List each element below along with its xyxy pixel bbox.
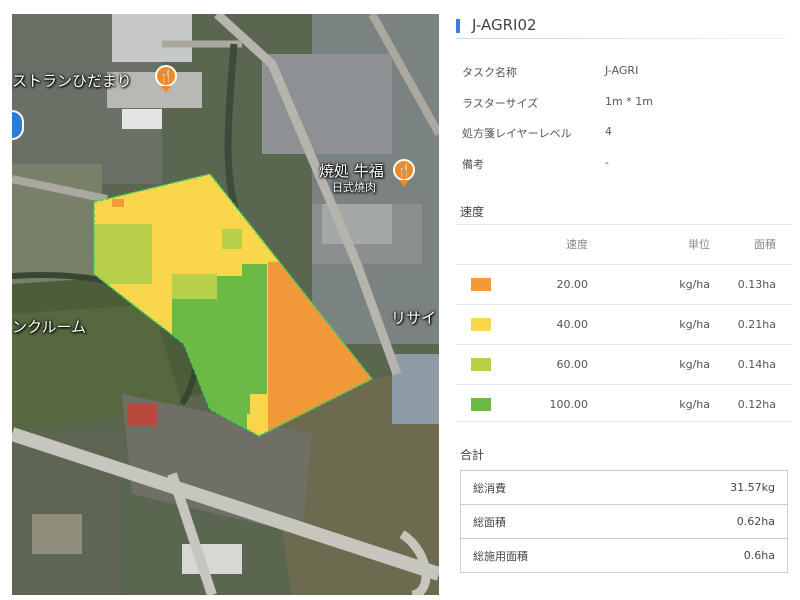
table-row: 20.00 kg/ha 0.13ha xyxy=(456,264,792,305)
rate-unit: kg/ha xyxy=(588,264,710,305)
total-value: 0.62ha xyxy=(635,504,788,539)
total-label: 総面積 xyxy=(460,504,636,539)
totals-section-heading: 合計 xyxy=(460,448,485,462)
rate-area: 0.12ha xyxy=(710,384,776,424)
info-value: 1m * 1m xyxy=(605,95,653,108)
rate-unit: kg/ha xyxy=(588,304,710,345)
rate-value: 60.00 xyxy=(506,344,588,385)
rate-color-swatch xyxy=(471,398,491,412)
rate-color-swatch xyxy=(471,358,491,372)
column-header-unit: 単位 xyxy=(688,238,710,251)
table-row: 総施用面積 0.6ha xyxy=(460,538,788,573)
table-row: 総消費 31.57kg xyxy=(461,471,788,505)
detail-panel: J-AGRI02 タスク名称 J-AGRI ラスターサイズ 1m * 1m 処方… xyxy=(456,0,792,600)
map-label-restaurant: ストランひだまり xyxy=(12,72,132,90)
table-row: 40.00 kg/ha 0.21ha xyxy=(456,304,792,345)
map-label-yakiniku: 焼処 牛福 xyxy=(319,162,384,180)
info-value: - xyxy=(605,156,609,169)
column-header-area: 面積 xyxy=(754,238,776,251)
info-value: 4 xyxy=(605,125,612,138)
table-row: 100.00 kg/ha 0.12ha xyxy=(456,384,792,424)
info-label: 備考 xyxy=(462,158,484,171)
rate-value: 100.00 xyxy=(506,384,588,424)
fork-knife-icon[interactable]: 🍴 xyxy=(155,65,177,87)
total-label: 総消費 xyxy=(473,481,506,495)
rate-table: 速度 単位 面積 20.00 kg/ha 0.13ha 40.00 kg/ha … xyxy=(456,224,792,424)
rate-value: 20.00 xyxy=(506,264,588,305)
totals-table: 総消費 31.57kg 総面積 0.62ha 総施用面積 0.6ha xyxy=(460,470,788,573)
rate-unit: kg/ha xyxy=(588,384,710,424)
info-label: タスク名称 xyxy=(462,66,517,79)
column-header-rate: 速度 xyxy=(566,238,588,251)
rate-unit: kg/ha xyxy=(588,344,710,385)
panel-title: J-AGRI02 xyxy=(472,16,537,34)
total-value: 0.6ha xyxy=(635,538,788,573)
rate-area: 0.13ha xyxy=(710,264,776,305)
rate-area: 0.21ha xyxy=(710,304,776,345)
rate-area: 0.14ha xyxy=(710,344,776,385)
info-value: J-AGRI xyxy=(605,64,639,77)
rate-table-header: 速度 単位 面積 xyxy=(456,224,792,265)
map-label-yakiniku-sub: 日式燒肉 xyxy=(332,181,376,194)
rate-color-swatch xyxy=(471,278,491,292)
fork-knife-icon[interactable]: 🍴 xyxy=(393,159,415,181)
total-value: 31.57kg xyxy=(730,481,775,494)
map-label-recycle: リサイ xyxy=(391,309,437,327)
rate-section-heading: 速度 xyxy=(460,205,485,219)
satellite-map[interactable]: ストランひだまり 🍴 焼処 牛福 日式燒肉 🍴 ンクルーム リサイ xyxy=(12,14,439,595)
total-label: 総施用面積 xyxy=(460,538,636,573)
title-accent xyxy=(456,19,460,33)
rate-color-swatch xyxy=(471,318,491,332)
info-label: ラスターサイズ xyxy=(462,97,539,110)
map-label-room: ンクルーム xyxy=(12,318,87,336)
table-row: 60.00 kg/ha 0.14ha xyxy=(456,344,792,385)
table-row: 総面積 0.62ha xyxy=(460,504,788,539)
rate-value: 40.00 xyxy=(506,304,588,345)
info-label: 処方箋レイヤーレベル xyxy=(462,127,572,140)
map-imagery xyxy=(12,14,439,595)
